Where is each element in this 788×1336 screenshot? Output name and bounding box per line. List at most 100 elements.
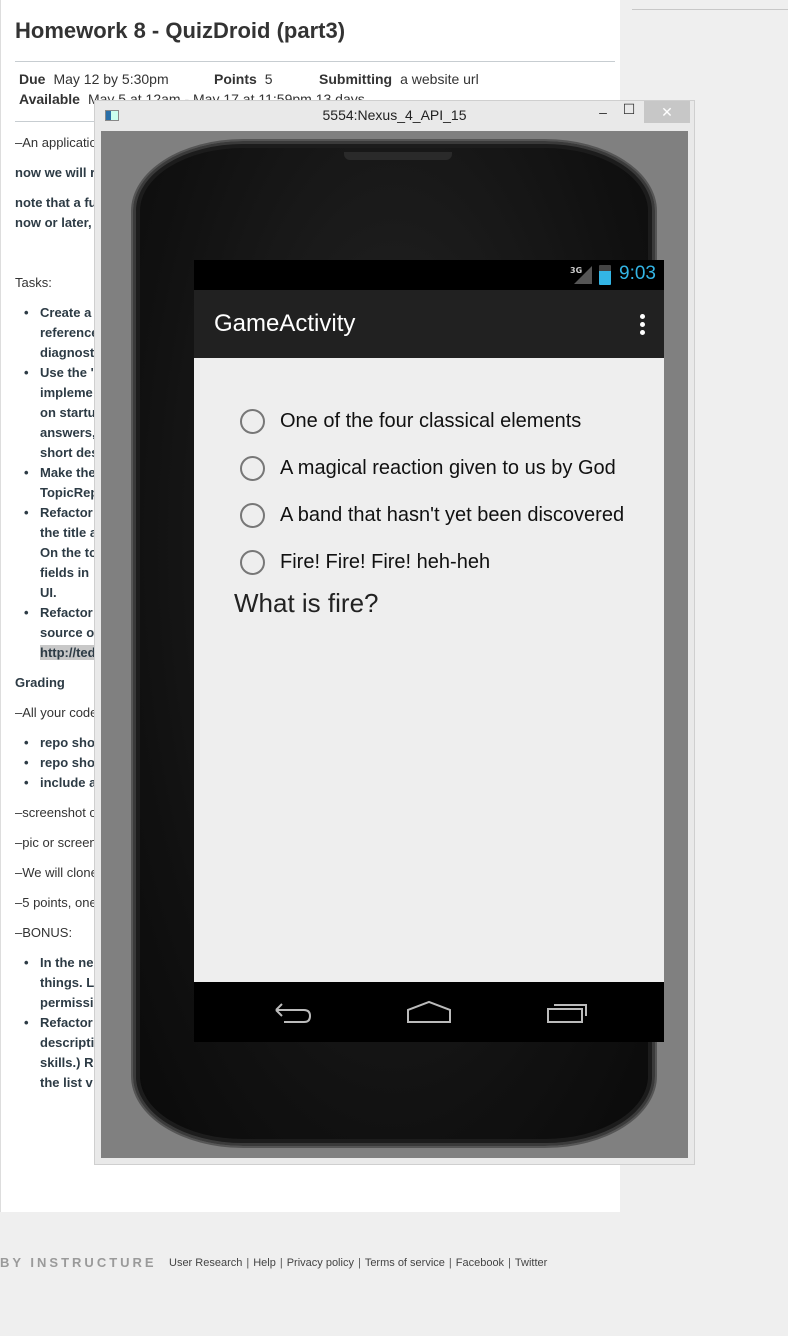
line-text: Make the bbox=[40, 465, 96, 480]
list-item: In the ne bbox=[24, 955, 94, 971]
list-item: repo sho bbox=[24, 735, 95, 751]
paragraph-line: short des bbox=[40, 445, 99, 461]
line-text: now or later, bbox=[15, 215, 92, 230]
link[interactable]: http://ted bbox=[40, 645, 96, 660]
paragraph-line: reference bbox=[40, 325, 99, 341]
status-clock: 9:03 bbox=[619, 263, 656, 284]
footer-link[interactable]: Help bbox=[253, 1257, 276, 1269]
line-text: things. L bbox=[40, 975, 95, 990]
line-text: reference bbox=[40, 325, 99, 340]
speaker-grille bbox=[344, 152, 452, 160]
footer-link[interactable]: Facebook bbox=[456, 1257, 504, 1269]
answer-radio-3[interactable]: A band that hasn't yet been discovered bbox=[240, 501, 624, 529]
battery-charging-icon bbox=[599, 265, 611, 285]
line-text: –BONUS: bbox=[15, 925, 73, 940]
paragraph-line: the list v bbox=[40, 1075, 93, 1091]
paragraph-line: –An application bbox=[15, 135, 104, 151]
line-text: skills.) R bbox=[40, 1055, 94, 1070]
list-item: Refactor bbox=[24, 1015, 93, 1031]
paragraph-line: –pic or screen bbox=[15, 835, 97, 851]
list-item: Refactor bbox=[24, 505, 93, 521]
paragraph-line: –All your code bbox=[15, 705, 97, 721]
line-text: descripti bbox=[40, 1035, 95, 1050]
separator: | bbox=[508, 1257, 511, 1269]
radio-button-icon[interactable] bbox=[240, 549, 265, 575]
separator: | bbox=[246, 1257, 250, 1269]
paragraph-line: http://ted bbox=[40, 645, 96, 661]
paragraph-line: fields in bbox=[40, 565, 89, 581]
line-text: –All your code bbox=[15, 705, 98, 720]
line-text: UI. bbox=[40, 585, 57, 600]
line-text: now we will r bbox=[15, 165, 96, 180]
svg-text:3G: 3G bbox=[570, 266, 582, 275]
line-text: answers, bbox=[40, 425, 96, 440]
paragraph-line: –screenshot o bbox=[15, 805, 97, 821]
separator: | bbox=[357, 1257, 361, 1269]
status-bar: 3G 9:03 bbox=[194, 260, 664, 290]
emulator-display: 3G 9:03 GameActivity One of the four cla… bbox=[101, 131, 688, 1158]
line-text: source o bbox=[40, 625, 95, 640]
footer-link[interactable]: Privacy policy bbox=[287, 1257, 354, 1269]
submitting-value: a website url bbox=[400, 71, 479, 87]
answer-radio-4[interactable]: Fire! Fire! Fire! heh-heh bbox=[240, 548, 490, 576]
answer-label: A band that hasn't yet been discovered bbox=[280, 503, 625, 526]
back-icon[interactable] bbox=[270, 1000, 314, 1024]
line-text: –pic or screen bbox=[15, 835, 97, 850]
line-text: on startu bbox=[40, 405, 96, 420]
radio-button-icon[interactable] bbox=[240, 502, 265, 528]
instructure-brand: BY INSTRUCTURE bbox=[0, 1255, 157, 1270]
paragraph-line: permissi bbox=[40, 995, 93, 1011]
action-bar: GameActivity bbox=[194, 290, 664, 358]
divider bbox=[15, 61, 615, 62]
line-text: TopicRep bbox=[40, 485, 99, 500]
line-text: note that a fu bbox=[15, 195, 97, 210]
radio-button-icon[interactable] bbox=[240, 455, 265, 481]
line-text: Create a bbox=[40, 305, 92, 320]
submitting-label: Submitting bbox=[319, 71, 393, 87]
list-item: include a bbox=[24, 775, 97, 791]
list-item: repo sho bbox=[24, 755, 95, 771]
overflow-menu-icon[interactable] bbox=[640, 314, 646, 338]
line-text: the title a bbox=[40, 525, 98, 540]
list-item: Refactor bbox=[24, 605, 93, 621]
signal-3g-icon: 3G bbox=[570, 266, 592, 284]
line-text: repo sho bbox=[40, 755, 95, 770]
line-text: –screenshot o bbox=[15, 805, 97, 820]
sidebar-divider bbox=[632, 9, 788, 10]
paragraph-line: now or later, bbox=[15, 215, 92, 231]
page-title: Homework 8 - QuizDroid (part3) bbox=[15, 18, 346, 43]
list-item: Create a bbox=[24, 305, 92, 321]
available-label: Available bbox=[19, 91, 80, 107]
footer-links: User Research | Help | Privacy policy | Terms … bbox=[169, 1257, 547, 1269]
points-label: Points bbox=[214, 71, 257, 87]
paragraph-line: impleme bbox=[40, 385, 93, 401]
line-text: In the ne bbox=[40, 955, 94, 970]
footer-link[interactable]: User Research bbox=[169, 1257, 242, 1269]
minimize-button[interactable]: – bbox=[591, 101, 615, 123]
due-label: Due bbox=[19, 71, 46, 87]
footer-link[interactable]: Twitter bbox=[515, 1257, 547, 1269]
line-text: Refactor bbox=[40, 505, 93, 520]
line-text: Refactor bbox=[40, 1015, 93, 1030]
maximize-button[interactable]: ☐ bbox=[617, 98, 641, 120]
line-text: impleme bbox=[40, 385, 93, 400]
answer-label: One of the four classical elements bbox=[280, 409, 582, 432]
device-screen[interactable]: 3G 9:03 GameActivity One of the four cla… bbox=[194, 260, 664, 1042]
paragraph-line: On the to bbox=[40, 545, 97, 561]
close-button[interactable]: ✕ bbox=[644, 101, 690, 123]
points-value: 5 bbox=[264, 71, 273, 87]
line-text: include a bbox=[40, 775, 97, 790]
paragraph-line: descripti bbox=[40, 1035, 94, 1051]
home-icon[interactable] bbox=[406, 1000, 452, 1024]
answer-radio-2[interactable]: A magical reaction given to us by God bbox=[240, 454, 616, 482]
paragraph-line: Grading bbox=[15, 675, 65, 691]
separator: | bbox=[448, 1257, 452, 1269]
line-text: the list v bbox=[40, 1075, 93, 1090]
recent-apps-icon[interactable] bbox=[546, 1000, 590, 1024]
line-text: On the to bbox=[40, 545, 98, 560]
line-text: –An application bbox=[15, 135, 104, 150]
line-text: Use the ' bbox=[40, 365, 94, 380]
footer-link[interactable]: Terms of service bbox=[365, 1257, 445, 1269]
radio-button-icon[interactable] bbox=[240, 408, 265, 434]
answer-radio-1[interactable]: One of the four classical elements bbox=[240, 407, 581, 435]
